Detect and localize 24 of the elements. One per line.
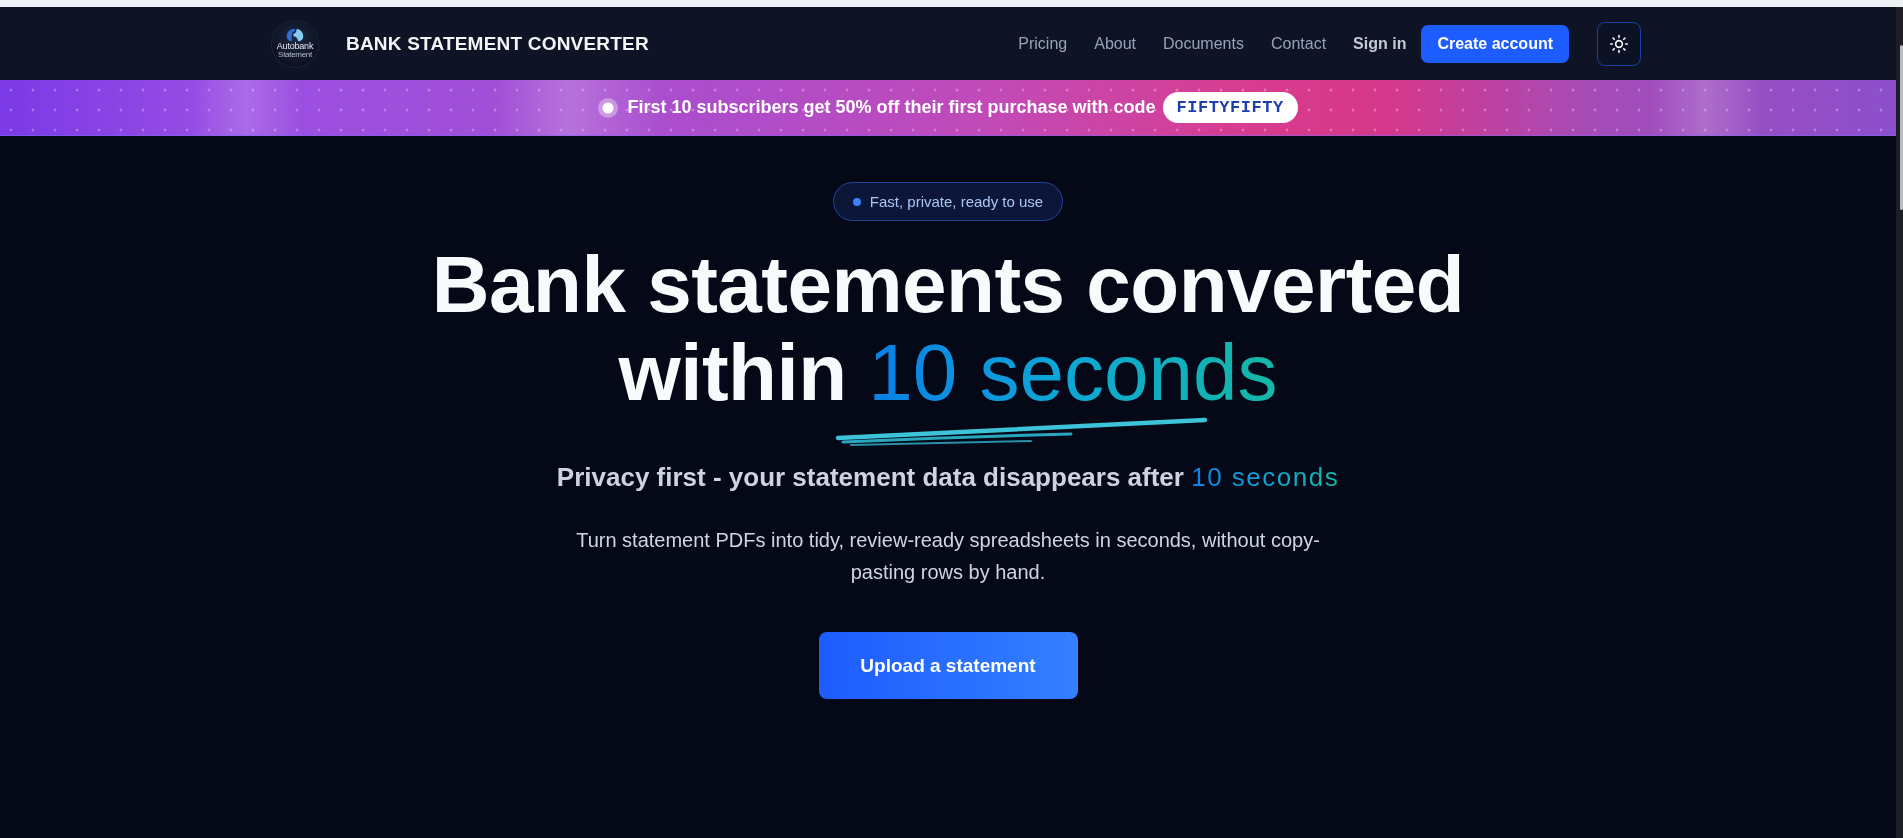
dot-icon [598, 97, 619, 118]
sign-in-link[interactable]: Sign in [1353, 34, 1407, 53]
logo[interactable]: Autobank Statement [272, 20, 318, 67]
dot-icon [852, 197, 861, 206]
underline-swoosh-icon [835, 416, 1208, 447]
upload-statement-button[interactable]: Upload a statement [818, 632, 1078, 699]
nav-link[interactable]: Pricing [1018, 34, 1068, 53]
nav-link[interactable]: About [1094, 34, 1136, 53]
nav-link[interactable]: Contact [1270, 34, 1327, 53]
hero-subtitle: Privacy first - your statement data disappears after 10 seconds [556, 461, 1340, 494]
hero-heading: Bank statements converted within 10 seconds [430, 241, 1466, 417]
theme-toggle-button[interactable] [1597, 21, 1641, 66]
nav-link[interactable]: Documents [1163, 34, 1244, 53]
hero-description: Turn statement PDFs into tidy, review-ready spreadsheets in seconds, without copy-pasting rows by hand. [575, 528, 1321, 585]
badge-text: Fast, private, ready to use [869, 193, 1044, 210]
logo-tagline: Statement [278, 51, 312, 59]
scrollbar-thumb[interactable] [1900, 45, 1903, 210]
sun-icon [1609, 33, 1629, 54]
promo-text: First 10 subscribers get 50% off their first purchase with code [627, 97, 1156, 118]
promo-code: FIFTYFIFTY [1162, 92, 1298, 123]
create-account-button[interactable]: Create account [1421, 24, 1569, 63]
logo-mark-icon [285, 28, 305, 42]
logo-wordmark: Autobank [276, 42, 314, 51]
site-title: BANK STATEMENT CONVERTER [346, 32, 649, 55]
